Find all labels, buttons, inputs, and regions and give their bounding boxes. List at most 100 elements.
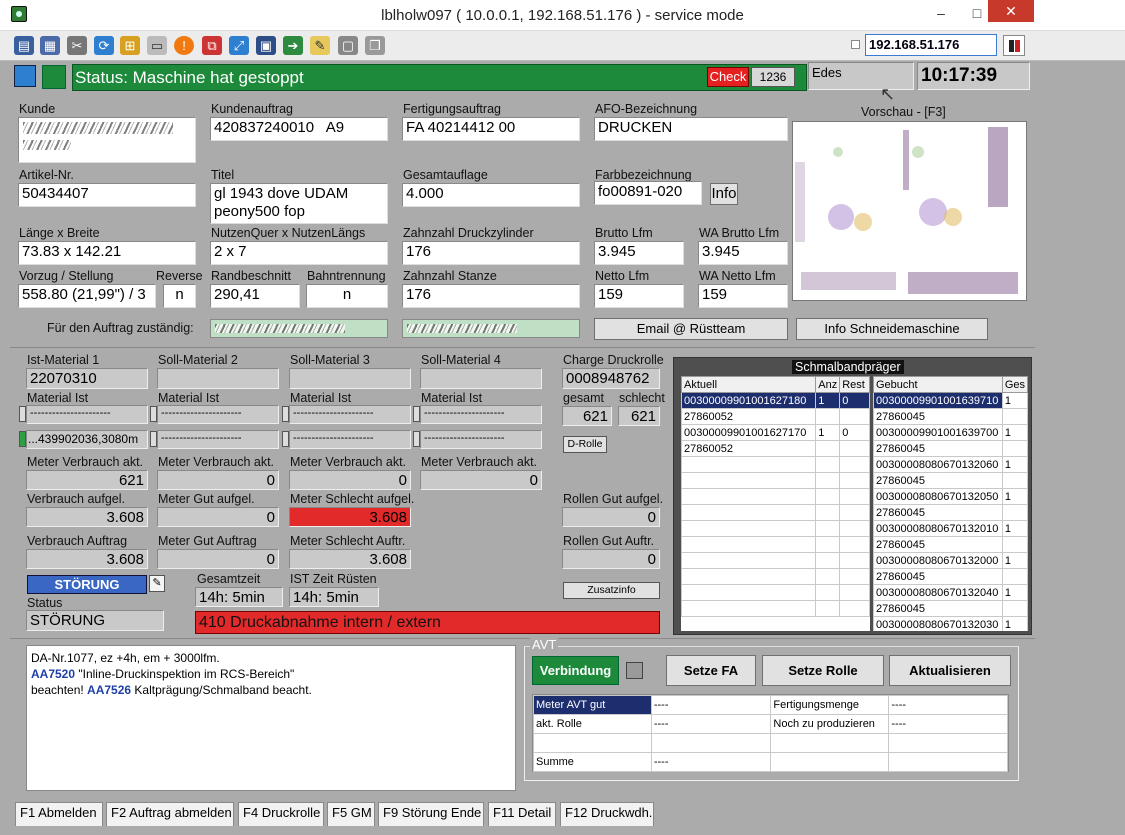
setze-rolle-button[interactable]: Setze Rolle	[762, 655, 884, 686]
note-code-1[interactable]: AA7520	[31, 667, 75, 681]
ges-header[interactable]: Ges	[1001, 376, 1028, 393]
gebucht-row[interactable]: 00300008080670132040 1	[873, 584, 1028, 601]
farb-field[interactable]: fo00891-020	[594, 181, 702, 205]
tab-f2[interactable]: F2 Auftrag abmelden	[106, 802, 234, 826]
aktualisieren-button[interactable]: Aktualisieren	[889, 655, 1011, 686]
material-ist-4a[interactable]: ----------------------	[420, 405, 542, 424]
note-icon[interactable]: ✎	[310, 36, 330, 55]
soll-material-4-field[interactable]	[420, 368, 542, 389]
gebucht-row[interactable]: 27860045	[873, 568, 1028, 585]
zusatzinfo-button[interactable]: Zusatzinfo	[563, 582, 660, 599]
tab-f9[interactable]: F9 Störung Ende	[378, 802, 484, 826]
kundenauftrag-field[interactable]: 420837240010 A9	[210, 117, 388, 141]
ip-checkbox[interactable]	[851, 40, 860, 49]
avt-table[interactable]: Meter AVT gut ---- Fertigungsmenge ---- akt.…	[532, 694, 1009, 772]
tab-f1[interactable]: F1 Abmelden	[15, 802, 103, 826]
material-ist-4b[interactable]: ----------------------	[420, 430, 542, 449]
aktuell-header[interactable]: Aktuell	[681, 376, 817, 393]
material-ist-1a[interactable]: ----------------------	[26, 405, 148, 424]
gebucht-row[interactable]: 00300008080670132010 1	[873, 520, 1028, 537]
note-code-2[interactable]: AA7526	[87, 683, 131, 697]
gebucht-row[interactable]: 00300008080670132050 1	[873, 488, 1028, 505]
aktuell-table[interactable]: Aktuell Anz Rest 00300009901001627180 1 0 2…	[681, 376, 870, 631]
export-icon[interactable]: ➔	[283, 36, 303, 55]
tab-f12[interactable]: F12 Druckwdh.	[560, 802, 654, 826]
windows-logo-icon[interactable]: ⊞	[120, 36, 140, 55]
box-icon[interactable]: ▢	[338, 36, 358, 55]
avt-row[interactable]: Summe ----	[533, 752, 1008, 772]
vorzug-field[interactable]: 558.80 (21,99") / 3	[18, 284, 156, 308]
gebucht-header[interactable]: Gebucht	[873, 376, 1003, 393]
zahnzahl-dz-field[interactable]: 176	[402, 241, 580, 265]
aktuell-row[interactable]: 00300009901001627170 1 0	[681, 424, 870, 441]
rest-header[interactable]: Rest	[839, 376, 870, 393]
material-ist-1b[interactable]: ...439902036,3080m	[26, 430, 148, 449]
tab-f5[interactable]: F5 GM	[327, 802, 375, 826]
d-rolle-button[interactable]: D-Rolle	[563, 436, 607, 453]
display-icon[interactable]: ▣	[256, 36, 276, 55]
gebucht-table[interactable]: Gebucht Ges 00300009901001639710 1 2786004…	[873, 376, 1028, 631]
gebucht-row[interactable]: 27860045	[873, 536, 1028, 553]
monitor-icon[interactable]: ▤	[14, 36, 34, 55]
avt-row[interactable]: akt. Rolle ---- Noch zu produzieren ----	[533, 714, 1008, 734]
connection-icon[interactable]	[1003, 35, 1025, 56]
material-ist-3a[interactable]: ----------------------	[289, 405, 411, 424]
avt-row[interactable]	[533, 733, 1008, 753]
material-ist-2a[interactable]: ----------------------	[157, 405, 279, 424]
aktuell-row[interactable]: 00300009901001627180 1 0	[681, 392, 870, 409]
email-ruestteam-button[interactable]: Email @ Rüstteam	[594, 318, 788, 340]
brutto-field[interactable]: 3.945	[594, 241, 684, 265]
stoerung-button[interactable]: STÖRUNG	[27, 575, 147, 594]
anz-header[interactable]: Anz	[815, 376, 841, 393]
gebucht-row[interactable]: 00300008080670132000 1	[873, 552, 1028, 569]
aktuell-row[interactable]: 27860052	[681, 408, 870, 425]
copy-icon[interactable]: ❐	[365, 36, 385, 55]
laenge-field[interactable]: 73.83 x 142.21	[18, 241, 196, 265]
fullscreen-icon[interactable]: ⤢	[229, 36, 249, 55]
bahntrennung-field[interactable]: n	[306, 284, 388, 308]
gebucht-row[interactable]: 00300008080670132030 1	[873, 616, 1028, 631]
artikel-field[interactable]: 50434407	[18, 183, 196, 207]
gebucht-row[interactable]: 27860045	[873, 472, 1028, 489]
ip-address-field[interactable]: 192.168.51.176	[865, 34, 997, 56]
gesamtauflage-field[interactable]: 4.000	[402, 183, 580, 207]
minimize-button[interactable]: –	[924, 0, 958, 28]
wa-brutto-field[interactable]: 3.945	[698, 241, 788, 265]
edit-note-icon[interactable]: ✎	[149, 575, 165, 592]
tools-icon[interactable]: ✂	[67, 36, 87, 55]
zahnzahl-st-field[interactable]: 176	[402, 284, 580, 308]
network-icon[interactable]: ⧉	[202, 36, 222, 55]
alert-icon[interactable]: !	[174, 36, 194, 55]
windows-icon[interactable]: ▦	[40, 36, 60, 55]
avt-row[interactable]: Meter AVT gut ---- Fertigungsmenge ----	[533, 695, 1008, 715]
gebucht-row[interactable]: 00300009901001639700 1	[873, 424, 1028, 441]
check-button[interactable]: Check	[707, 67, 749, 87]
titel-field[interactable]: gl 1943 dove UDAM peony500 fop	[210, 183, 388, 224]
preview-image[interactable]	[792, 121, 1027, 301]
material-ist-3b[interactable]: ----------------------	[289, 430, 411, 449]
netto-field[interactable]: 159	[594, 284, 684, 308]
soll-material-3-field[interactable]	[289, 368, 411, 389]
reverse-field[interactable]: n	[163, 284, 196, 308]
gebucht-row[interactable]: 27860045	[873, 600, 1028, 617]
charge-field[interactable]: 0008948762	[562, 368, 660, 389]
gebucht-row[interactable]: 00300009901001639710 1	[873, 392, 1028, 409]
message-icon[interactable]	[14, 65, 36, 87]
gebucht-row[interactable]: 00300008080670132060 1	[873, 456, 1028, 473]
gebucht-row[interactable]: 27860045	[873, 440, 1028, 457]
gebucht-row[interactable]: 27860045	[873, 504, 1028, 521]
close-button[interactable]: ✕	[988, 0, 1034, 22]
soll-material-2-field[interactable]	[157, 368, 279, 389]
setze-fa-button[interactable]: Setze FA	[666, 655, 756, 686]
fertigungsauftrag-field[interactable]: FA 40214412 00	[402, 117, 580, 141]
nutzen-field[interactable]: 2 x 7	[210, 241, 388, 265]
tab-f11[interactable]: F11 Detail	[488, 802, 556, 826]
afo-field[interactable]: DRUCKEN	[594, 117, 788, 141]
drive-icon[interactable]: ▭	[147, 36, 167, 55]
material-ist-2b[interactable]: ----------------------	[157, 430, 279, 449]
aktuell-row[interactable]: 27860052	[681, 440, 870, 457]
farb-info-button[interactable]: Info	[710, 183, 738, 205]
wa-netto-field[interactable]: 159	[698, 284, 788, 308]
info-schneidemaschine-button[interactable]: Info Schneidemaschine	[796, 318, 988, 340]
notes-panel[interactable]: DA-Nr.1077, ez +4h, em + 3000lfm. AA7520…	[26, 645, 516, 791]
